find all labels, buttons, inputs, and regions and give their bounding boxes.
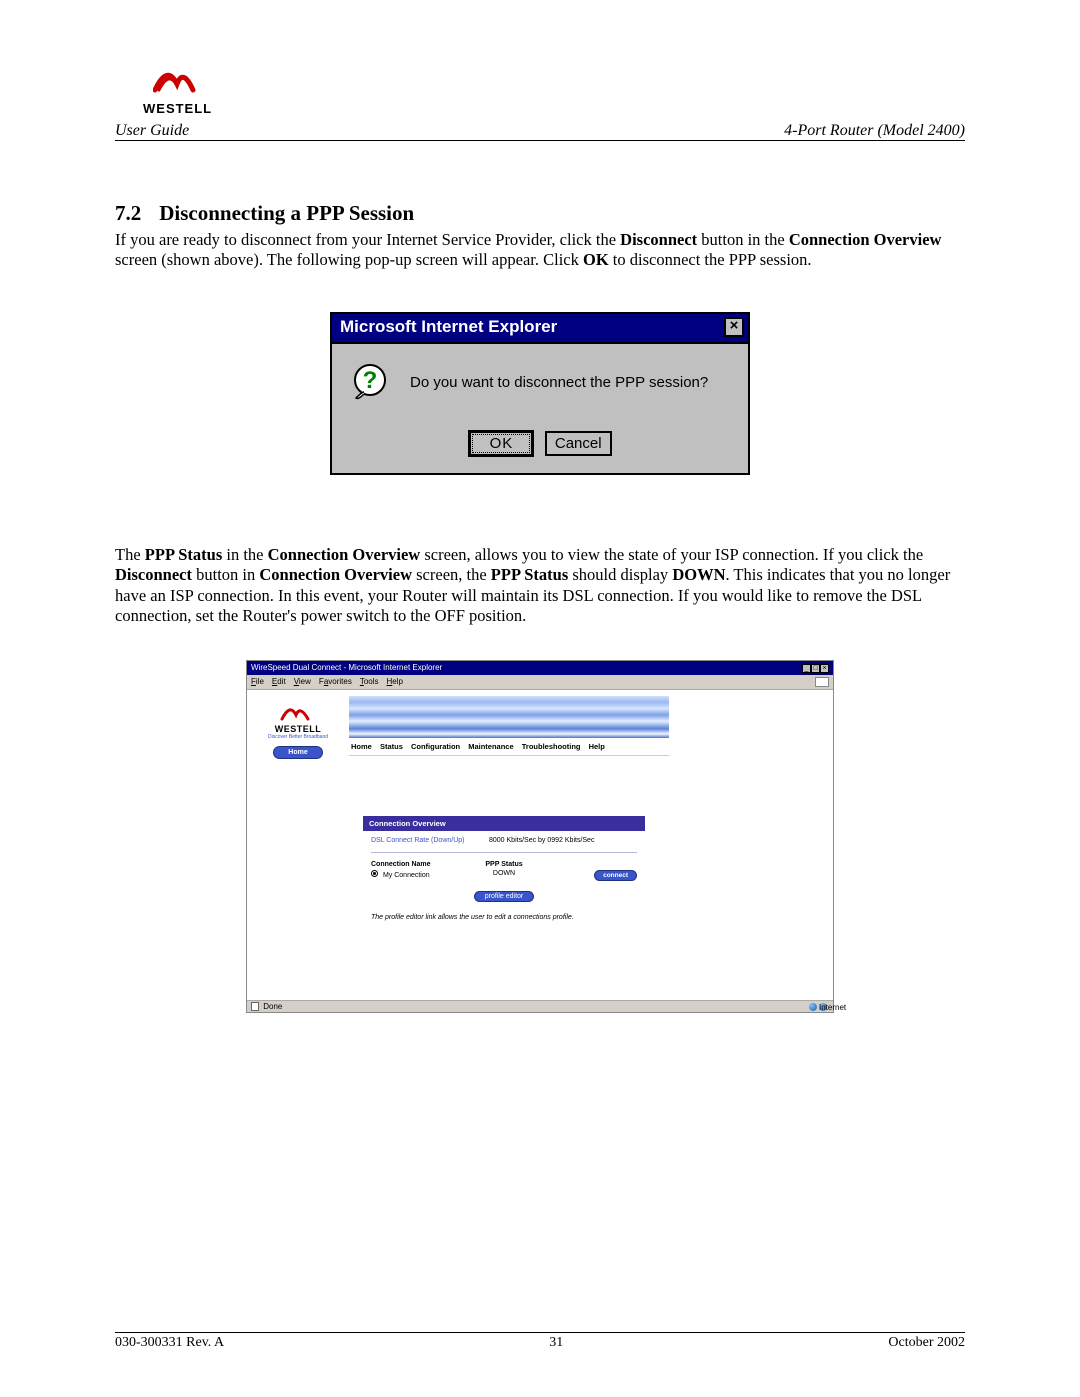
internet-zone-icon	[809, 1003, 817, 1011]
sidebar-home-button[interactable]: Home	[273, 746, 322, 759]
profile-editor-button[interactable]: profile editor	[474, 891, 535, 902]
menu-tools[interactable]: Tools	[360, 677, 379, 687]
profile-editor-note: The profile editor link allows the user …	[371, 914, 637, 921]
section-title: Disconnecting a PPP Session	[159, 201, 414, 225]
header-line: User Guide 4-Port Router (Model 2400)	[115, 122, 965, 141]
page-header: WESTELL User Guide 4-Port Router (Model …	[115, 60, 965, 141]
dialog-body: ? Do you want to disconnect the PPP sess…	[332, 344, 748, 473]
maximize-icon[interactable]: □	[811, 664, 820, 673]
connect-button[interactable]: connect	[594, 870, 637, 881]
nav-help[interactable]: Help	[589, 742, 605, 751]
browser-title: WireSpeed Dual Connect - Microsoft Inter…	[251, 663, 442, 673]
nav-troubleshooting[interactable]: Troubleshooting	[522, 742, 581, 751]
browser-titlebar: WireSpeed Dual Connect - Microsoft Inter…	[247, 661, 833, 675]
footer-date: October 2002	[888, 1335, 965, 1351]
menu-favorites[interactable]: Favorites	[319, 677, 352, 687]
svg-text:?: ?	[363, 367, 378, 394]
close-icon[interactable]: ×	[724, 317, 744, 337]
sidebar: WESTELL Discover Better Broadband Home	[247, 690, 349, 1000]
dialog-content: ? Do you want to disconnect the PPP sess…	[344, 362, 736, 402]
dsl-rate-label: DSL Connect Rate (Down/Up)	[371, 837, 481, 844]
nav-home[interactable]: Home	[351, 742, 372, 751]
window-control-icons: _□×	[802, 663, 829, 673]
nav-maintenance[interactable]: Maintenance	[468, 742, 513, 751]
intro-paragraph: If you are ready to disconnect from your…	[115, 230, 965, 270]
page-icon	[251, 1002, 259, 1011]
ppp-status-value: DOWN	[460, 870, 549, 881]
menu-view[interactable]: View	[294, 677, 311, 687]
sidebar-brand: WESTELL	[253, 724, 343, 734]
sidebar-logo-icon	[253, 700, 343, 724]
user-guide-label: User Guide	[115, 122, 189, 140]
browser-figure: WireSpeed Dual Connect - Microsoft Inter…	[115, 660, 965, 1013]
footer-page-number: 31	[549, 1335, 563, 1351]
ie-logo-icon	[815, 677, 829, 687]
main-panel: Home Status Configuration Maintenance Tr…	[349, 690, 833, 1000]
menu-file[interactable]: File	[251, 677, 264, 687]
browser-content: WESTELL Discover Better Broadband Home H…	[247, 690, 833, 1000]
logo-text: WESTELL	[143, 101, 212, 116]
separator	[371, 852, 637, 853]
section-heading: 7.2 Disconnecting a PPP Session	[115, 201, 965, 226]
radio-icon[interactable]	[371, 870, 378, 877]
connection-overview-panel: Connection Overview DSL Connect Rate (Do…	[349, 756, 659, 937]
dialog-figure: Microsoft Internet Explorer × ? Do you w…	[115, 312, 965, 475]
nav-status[interactable]: Status	[380, 742, 403, 751]
logo-swoosh-icon	[153, 60, 203, 94]
nav-configuration[interactable]: Configuration	[411, 742, 460, 751]
dialog-titlebar: Microsoft Internet Explorer ×	[332, 314, 748, 344]
document-page: WESTELL User Guide 4-Port Router (Model …	[0, 0, 1080, 1397]
section-number: 7.2	[115, 201, 141, 226]
panel-body: DSL Connect Rate (Down/Up) 8000 Kbits/Se…	[363, 831, 645, 927]
menu-edit[interactable]: Edit	[272, 677, 286, 687]
cancel-button[interactable]: Cancel	[545, 431, 612, 456]
browser-menubar: File Edit View Favorites Tools Help	[247, 675, 833, 690]
model-label: 4-Port Router (Model 2400)	[784, 122, 965, 140]
close-window-icon[interactable]: ×	[820, 664, 829, 673]
status-zone: Internet	[809, 1002, 829, 1011]
dialog-title: Microsoft Internet Explorer	[340, 317, 557, 337]
page-footer: 030-300331 Rev. A 31 October 2002	[115, 1332, 965, 1351]
top-nav: Home Status Configuration Maintenance Tr…	[349, 740, 669, 756]
westell-logo: WESTELL	[143, 60, 212, 116]
column-headers: Connection Name PPP Status	[371, 861, 637, 868]
browser-statusbar: Done Internet	[247, 1000, 833, 1012]
panel-header: Connection Overview	[363, 816, 645, 831]
menu-help[interactable]: Help	[387, 677, 403, 687]
status-done: Done	[251, 1002, 282, 1011]
dsl-rate-value: 8000 Kbits/Sec by 0992 Kbits/Sec	[489, 837, 594, 844]
status-paragraph: The PPP Status in the Connection Overvie…	[115, 545, 965, 626]
dsl-rate-row: DSL Connect Rate (Down/Up) 8000 Kbits/Se…	[371, 837, 637, 844]
minimize-icon[interactable]: _	[802, 664, 811, 673]
connection-row: My Connection DOWN connect	[371, 870, 637, 881]
connection-name-cell: My Connection	[371, 870, 460, 881]
sidebar-tagline: Discover Better Broadband	[253, 734, 343, 740]
browser-window: WireSpeed Dual Connect - Microsoft Inter…	[246, 660, 834, 1013]
banner-graphic	[349, 696, 669, 738]
footer-rev: 030-300331 Rev. A	[115, 1335, 224, 1351]
question-icon: ?	[352, 362, 392, 402]
connection-name: My Connection	[383, 872, 430, 879]
col-connection-name: Connection Name	[371, 861, 460, 868]
ie-confirm-dialog: Microsoft Internet Explorer × ? Do you w…	[330, 312, 750, 475]
ok-button[interactable]: OK	[468, 430, 534, 457]
dialog-message: Do you want to disconnect the PPP sessio…	[410, 374, 708, 391]
col-ppp-status: PPP Status	[460, 861, 549, 868]
